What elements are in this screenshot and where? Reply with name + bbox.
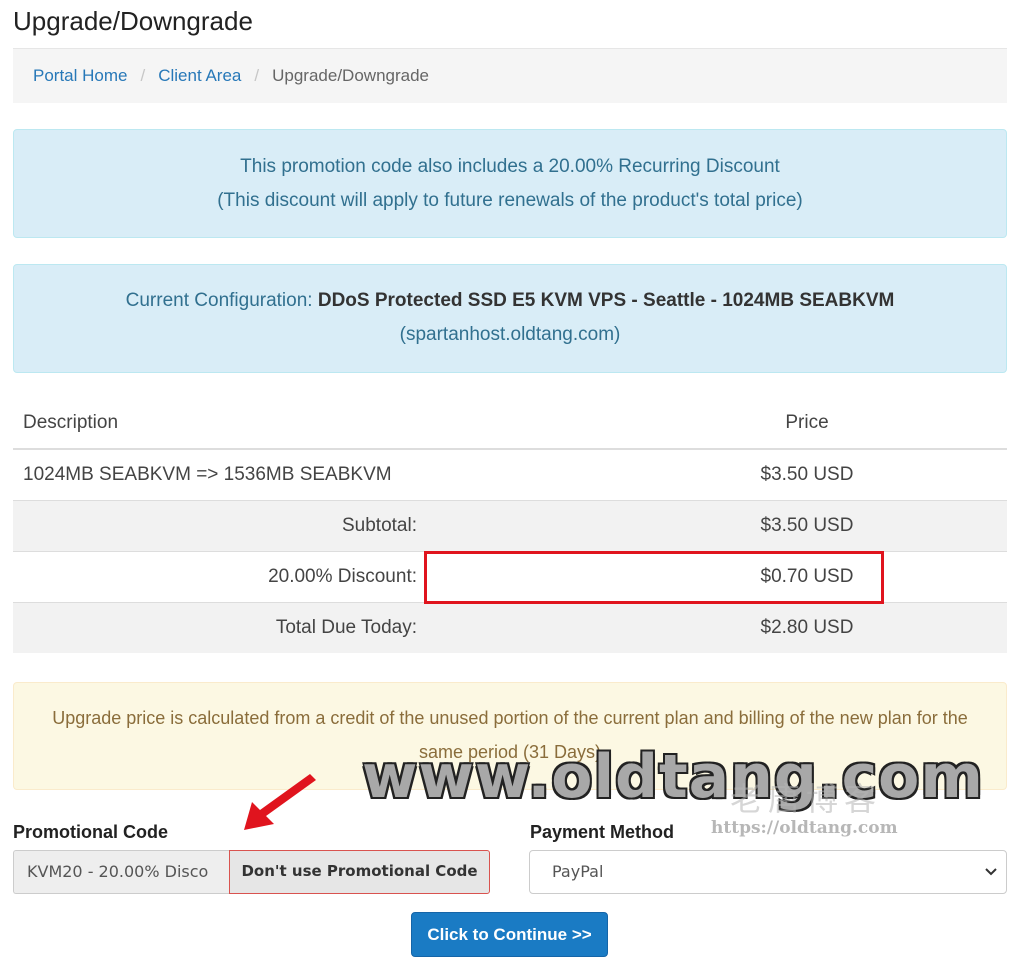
promo-code-group: KVM20 - 20.00% Disco Don't use Promotion…	[13, 850, 490, 894]
promo-code-input[interactable]: KVM20 - 20.00% Disco	[13, 850, 229, 894]
current-configuration-alert: Current Configuration: DDoS Protected SS…	[13, 264, 1007, 373]
promo-alert-line2: (This discount will apply to future rene…	[217, 190, 803, 211]
breadcrumb-portal-home[interactable]: Portal Home	[33, 66, 127, 86]
page-title: Upgrade/Downgrade	[13, 6, 253, 36]
config-label: Current Configuration:	[125, 290, 313, 311]
config-domain: (spartanhost.oldtang.com)	[399, 324, 621, 345]
continue-button[interactable]: Click to Continue >>	[411, 912, 608, 957]
promo-recurring-alert: This promotion code also includes a 20.0…	[13, 129, 1007, 238]
subtotal-value: $3.50 USD	[607, 499, 1007, 551]
payment-method-selected: PayPal	[552, 862, 604, 881]
table-header-row: Description Price	[13, 398, 1007, 450]
item-price: $3.50 USD	[607, 448, 1007, 500]
breadcrumb-current: Upgrade/Downgrade	[272, 66, 430, 85]
discount-value: $0.70 USD	[607, 550, 1007, 602]
upgrade-summary-table: Description Price 1024MB SEABKVM => 1536…	[13, 398, 1007, 653]
table-row: 1024MB SEABKVM => 1536MB SEABKVM $3.50 U…	[13, 448, 1007, 500]
item-description: 1024MB SEABKVM => 1536MB SEABKVM	[13, 448, 607, 500]
subtotal-row: Subtotal: $3.50 USD	[13, 499, 1007, 551]
header-price: Price	[607, 398, 1007, 450]
breadcrumb: Portal Home / Client Area / Upgrade/Down…	[13, 48, 1007, 103]
remove-promo-button[interactable]: Don't use Promotional Code	[229, 850, 490, 894]
breadcrumb-client-area[interactable]: Client Area	[158, 66, 241, 86]
breadcrumb-separator: /	[254, 66, 260, 85]
watermark-url: https://oldtang.com	[711, 818, 898, 838]
total-row: Total Due Today: $2.80 USD	[13, 601, 1007, 653]
discount-label: 20.00% Discount:	[13, 550, 607, 602]
payment-method-label: Payment Method	[530, 822, 675, 842]
header-description: Description	[13, 398, 607, 450]
breadcrumb-separator: /	[140, 66, 146, 85]
payment-method-select[interactable]: PayPal	[529, 850, 1007, 894]
total-label: Total Due Today:	[13, 601, 607, 653]
upgrade-price-notice: Upgrade price is calculated from a credi…	[13, 682, 1007, 790]
chevron-down-icon	[985, 868, 997, 876]
promo-alert-line1: This promotion code also includes a 20.0…	[240, 156, 780, 177]
discount-row: 20.00% Discount: $0.70 USD	[13, 550, 1007, 602]
config-product: DDoS Protected SSD E5 KVM VPS - Seattle …	[317, 290, 895, 311]
subtotal-label: Subtotal:	[13, 499, 607, 551]
promo-code-label: Promotional Code	[13, 822, 169, 842]
total-value: $2.80 USD	[607, 601, 1007, 653]
